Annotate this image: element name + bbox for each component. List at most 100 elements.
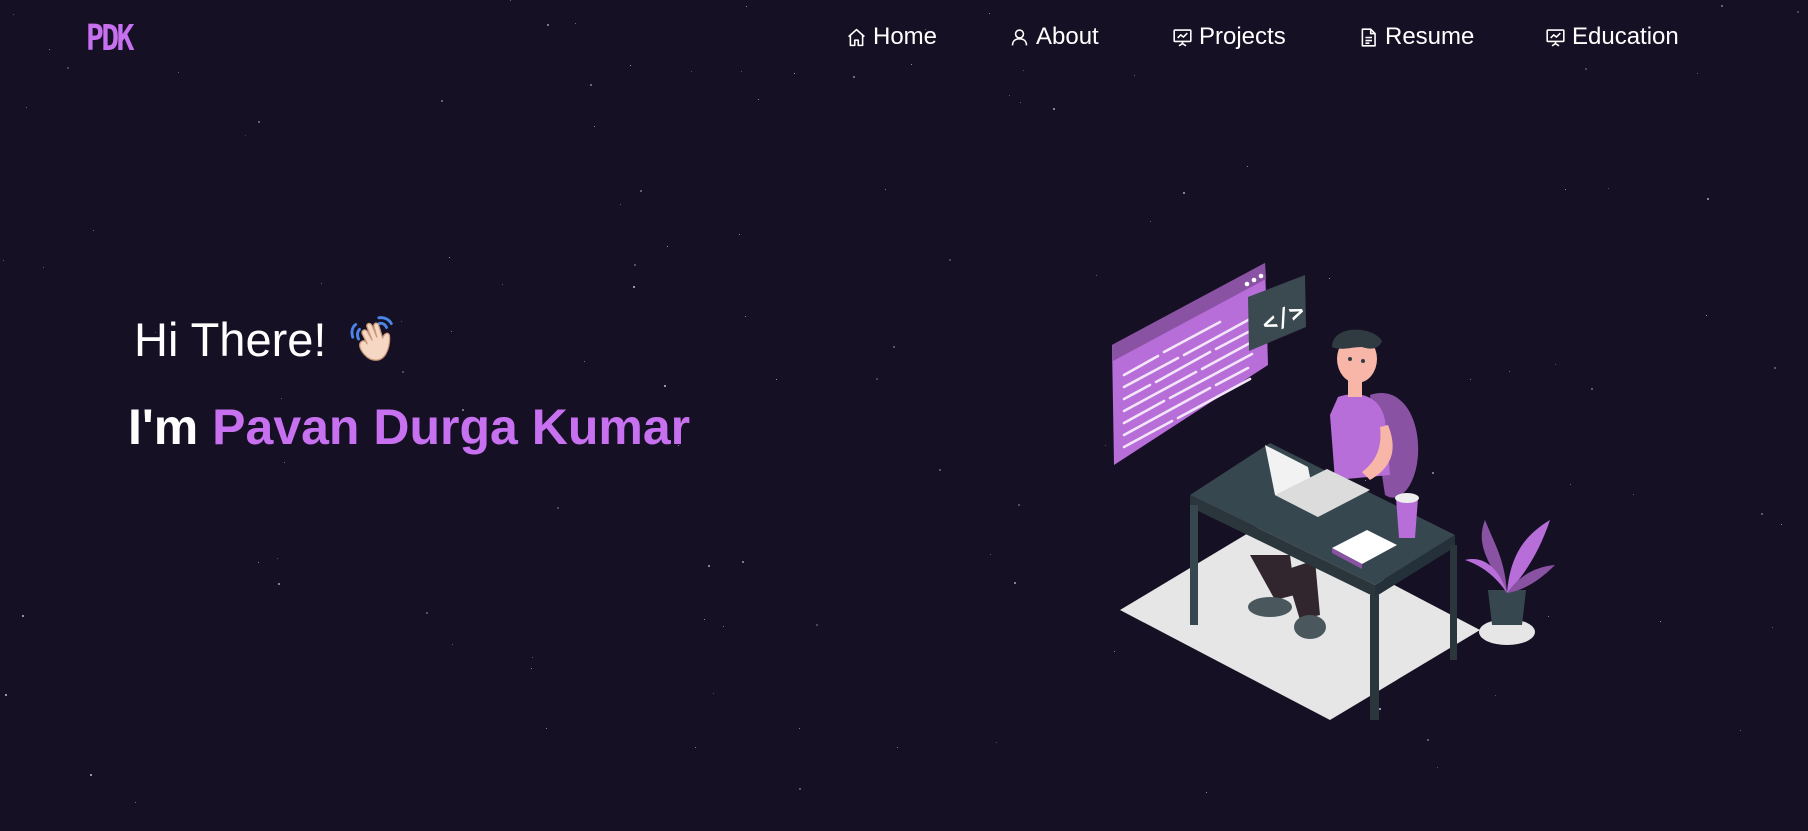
star (939, 469, 942, 472)
star (1150, 221, 1152, 223)
star (441, 100, 444, 103)
star (893, 346, 896, 349)
star (557, 507, 560, 510)
nav-item-home[interactable]: Home (846, 20, 937, 54)
star (1018, 504, 1021, 507)
star (816, 624, 819, 627)
star (745, 316, 747, 318)
nav-list: Home About Projects Resume Education (0, 20, 1808, 54)
star (640, 190, 643, 193)
star (1009, 95, 1011, 97)
star (90, 774, 93, 777)
star (1053, 108, 1056, 111)
nav-item-education[interactable]: Education (1545, 20, 1679, 54)
star (594, 126, 596, 128)
star (590, 84, 593, 87)
star (897, 747, 899, 749)
star (1570, 484, 1572, 486)
hero-intro: I'm Pavan Durga Kumar (128, 398, 690, 456)
star (502, 284, 504, 286)
star (1761, 513, 1764, 516)
star (633, 286, 636, 289)
star (245, 135, 247, 137)
star (1565, 189, 1567, 191)
star (990, 554, 992, 556)
star (996, 742, 998, 744)
star (1633, 494, 1635, 496)
star (26, 107, 28, 109)
star (723, 626, 725, 628)
greeting-text: Hi There! (134, 313, 327, 366)
star (634, 264, 637, 267)
star (885, 189, 887, 191)
star (3, 260, 5, 262)
hero-greeting: Hi There! (134, 312, 400, 367)
star (758, 99, 760, 101)
star (1427, 739, 1430, 742)
star (776, 379, 778, 381)
nav-item-about[interactable]: About (1009, 20, 1099, 54)
star (1608, 188, 1610, 190)
developer-at-desk-illustration: </> (1112, 263, 1555, 720)
star (949, 259, 952, 262)
home-icon (848, 28, 865, 46)
star (402, 371, 405, 374)
star (1206, 792, 1208, 794)
star (1437, 767, 1439, 769)
presentation-icon (1546, 28, 1565, 46)
star (1660, 621, 1662, 623)
nav-item-label: Education (1572, 23, 1679, 50)
star (1781, 524, 1783, 526)
star (278, 583, 281, 586)
star (43, 267, 45, 269)
star (426, 612, 429, 615)
star (22, 615, 25, 618)
star (853, 76, 856, 79)
star (451, 331, 453, 333)
star (258, 121, 261, 124)
star (1706, 315, 1708, 317)
star (135, 802, 137, 804)
star (1183, 192, 1186, 195)
star (546, 728, 548, 730)
star (876, 378, 879, 381)
navbar: PDK Home About Projects Resume Education (0, 0, 1808, 74)
hero-name: Pavan Durga Kumar (212, 399, 691, 455)
star (1014, 582, 1017, 585)
nav-item-label: Home (873, 23, 938, 50)
user-icon (1011, 28, 1028, 45)
star (1740, 730, 1742, 732)
star (284, 462, 286, 464)
star (5, 694, 8, 697)
nav-item-projects[interactable]: Projects (1172, 20, 1286, 54)
star (258, 562, 260, 564)
star (620, 204, 622, 206)
star (1134, 75, 1136, 77)
star (401, 321, 403, 323)
star (1096, 275, 1098, 277)
nav-item-resume[interactable]: Resume (1358, 20, 1474, 54)
star (1707, 198, 1710, 201)
star (799, 728, 801, 730)
waving-hand-icon (346, 313, 400, 367)
star (799, 788, 802, 791)
star (695, 747, 697, 749)
star (531, 668, 533, 670)
star (532, 657, 534, 659)
star (1247, 166, 1249, 168)
star (713, 693, 715, 695)
nav-item-label: Projects (1199, 23, 1286, 50)
star (667, 246, 669, 248)
star (664, 385, 667, 388)
document-icon (1361, 27, 1376, 47)
star (708, 565, 711, 568)
star (1591, 388, 1594, 391)
star (704, 619, 706, 621)
star (449, 257, 451, 259)
star (452, 644, 454, 646)
star (739, 234, 741, 236)
star (1772, 627, 1774, 629)
star (1774, 367, 1777, 370)
star (584, 361, 586, 363)
presentation-icon (1173, 28, 1192, 46)
